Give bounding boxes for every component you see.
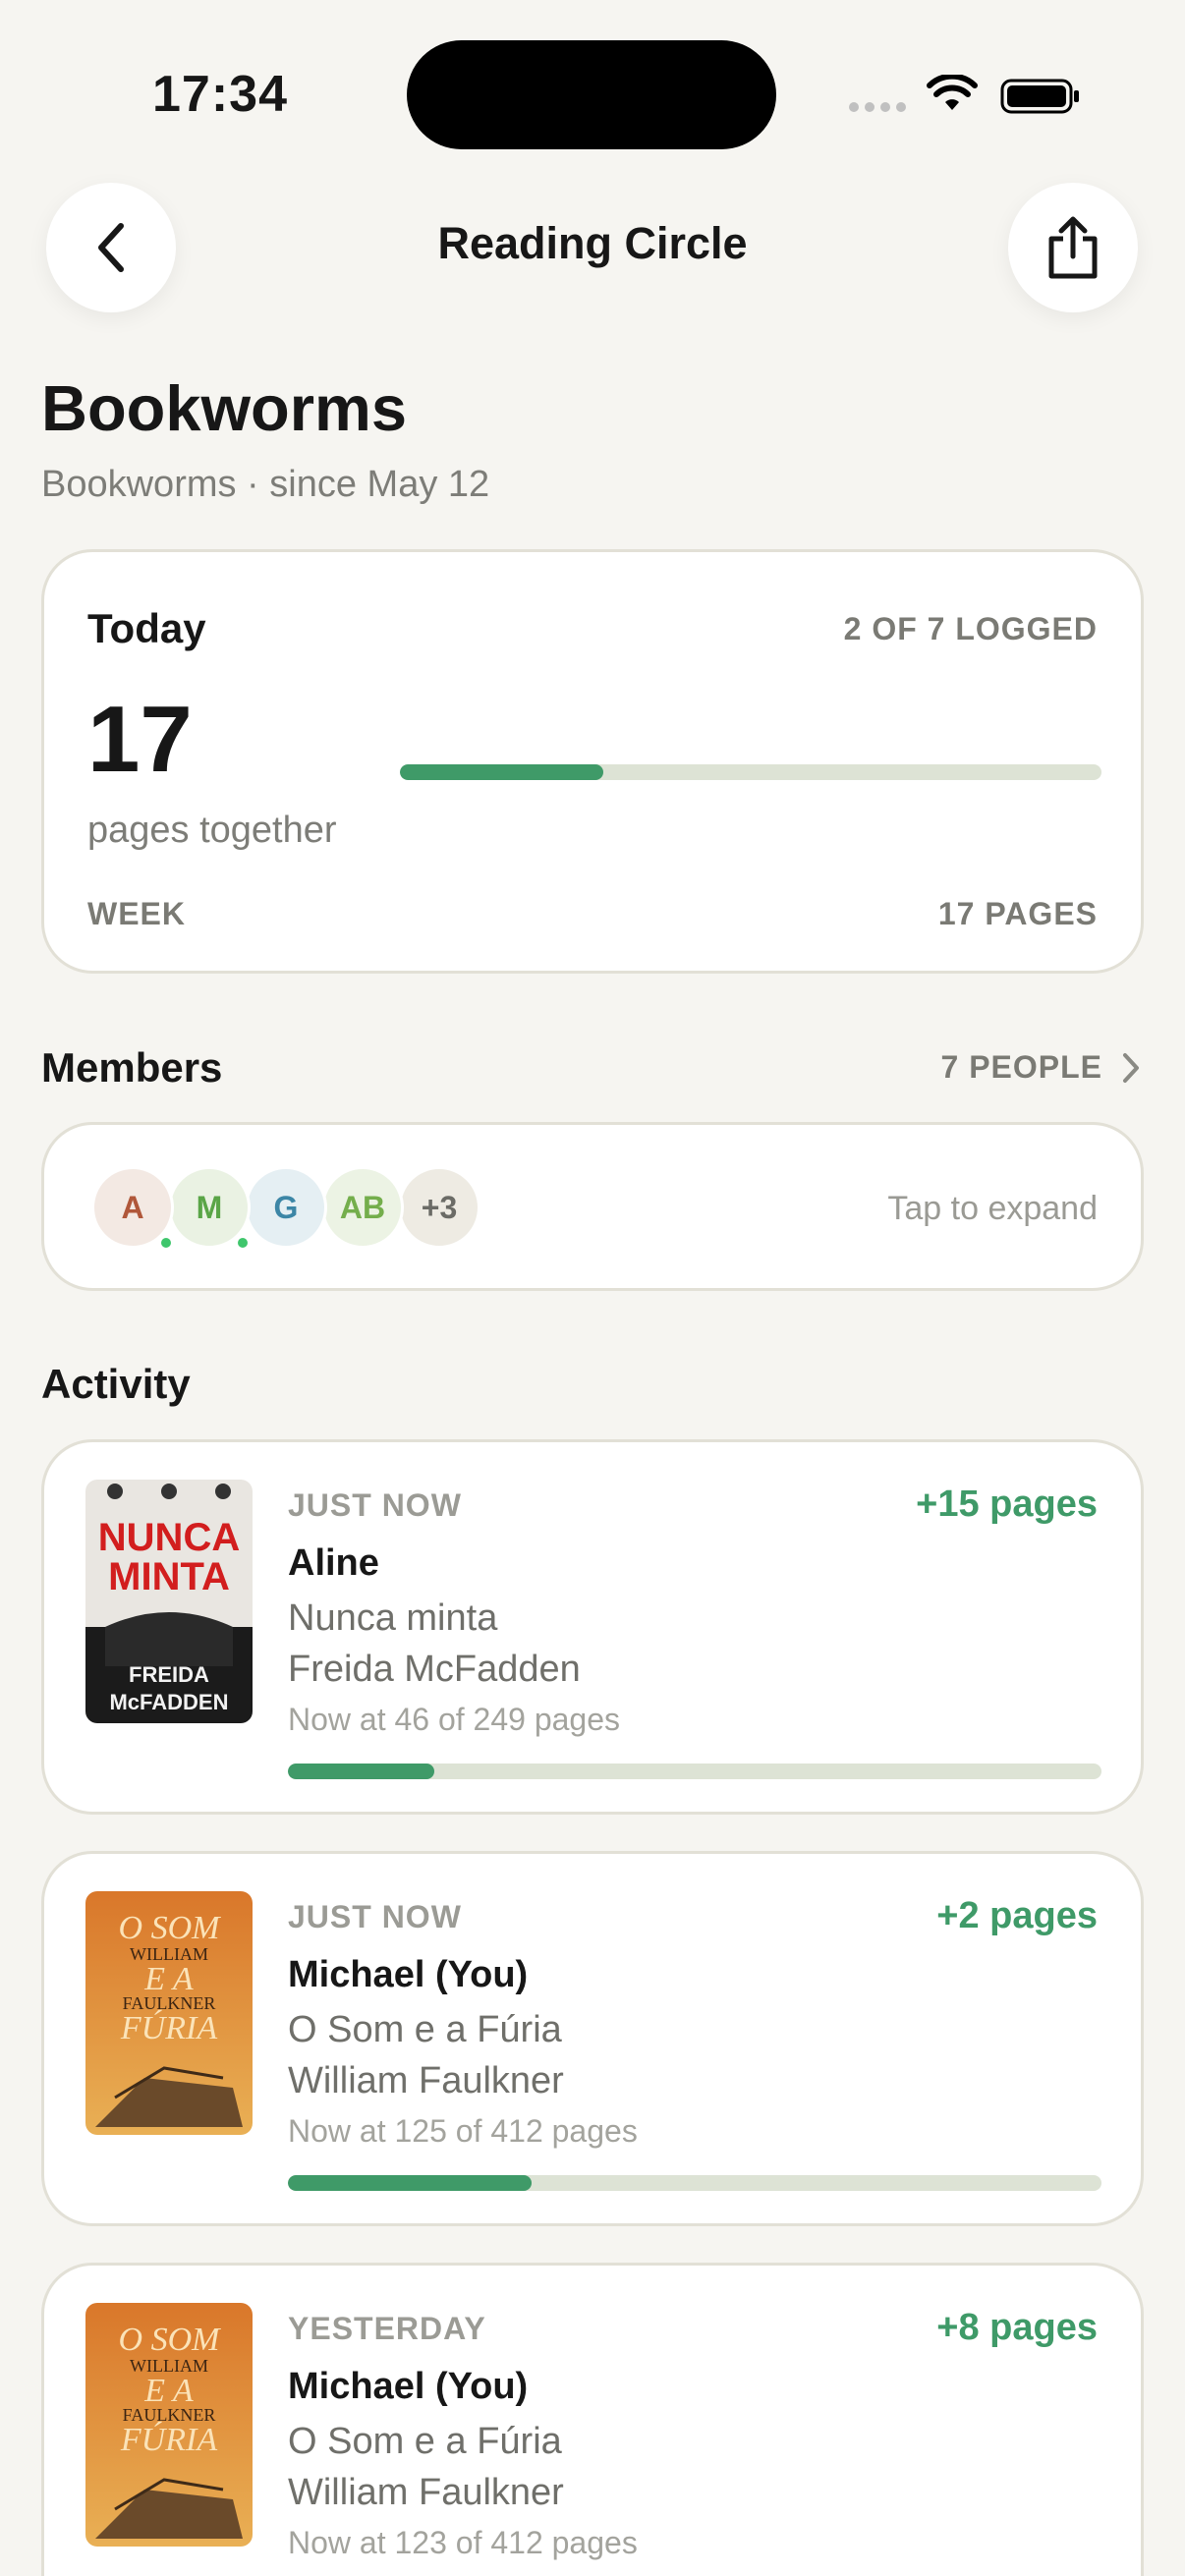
logged-count: 2 OF 7 LOGGED: [843, 611, 1098, 646]
avatar-stack: A M G AB +3: [91, 1166, 480, 1250]
avatar-initials: +3: [421, 1189, 458, 1225]
expand-hint: Tap to expand: [887, 1190, 1098, 1227]
battery-icon: [1000, 79, 1079, 114]
svg-text:E A: E A: [143, 1961, 194, 1997]
today-progress-bar: [400, 764, 1101, 780]
svg-text:E A: E A: [143, 2373, 194, 2409]
book-title: Nunca minta: [288, 1597, 498, 1639]
member-name: Michael (You): [288, 1954, 529, 1995]
book-cover[interactable]: NUNCA MINTA FREIDA McFADDEN: [85, 1480, 253, 1723]
progress-text: Now at 123 of 412 pages: [288, 2525, 638, 2560]
online-indicator: [236, 1236, 250, 1250]
week-label: WEEK: [87, 896, 186, 931]
status-time: 17:34: [152, 66, 288, 123]
activity-card[interactable]: O SOM WILLIAM E A FAULKNER FÚRIA JUST NO…: [41, 1851, 1144, 2226]
book-title: O Som e a Fúria: [288, 2009, 562, 2050]
progress-text: Now at 46 of 249 pages: [288, 1702, 621, 1737]
pages-delta: +15 pages: [916, 1484, 1098, 1525]
share-icon: [1048, 216, 1098, 279]
online-indicator: [159, 1236, 173, 1250]
pages-delta: +8 pages: [936, 2307, 1098, 2348]
activity-time: YESTERDAY: [288, 2311, 486, 2346]
today-progress-fill: [400, 764, 604, 780]
avatar-initials: A: [121, 1189, 144, 1225]
book-progress-fill: [288, 2175, 533, 2191]
avatar-initials: AB: [339, 1189, 386, 1225]
activity-card[interactable]: NUNCA MINTA FREIDA McFADDEN JUST NOW +15…: [41, 1439, 1144, 1815]
svg-text:MINTA: MINTA: [108, 1555, 230, 1598]
book-cover[interactable]: O SOM WILLIAM E A FAULKNER FÚRIA: [85, 1891, 253, 2135]
avatar[interactable]: G: [245, 1166, 327, 1249]
svg-text:FREIDA: FREIDA: [129, 1662, 209, 1687]
avatar[interactable]: M: [168, 1166, 251, 1250]
book-title: O Som e a Fúria: [288, 2421, 562, 2462]
svg-text:McFADDEN: McFADDEN: [109, 1690, 228, 1714]
activity-heading: Activity: [41, 1361, 191, 1407]
svg-text:O SOM: O SOM: [119, 1910, 222, 1946]
book-cover[interactable]: O SOM WILLIAM E A FAULKNER FÚRIA: [85, 2303, 253, 2547]
pages-count-label: pages together: [87, 810, 337, 851]
svg-text:NUNCA: NUNCA: [98, 1516, 240, 1559]
activity-card[interactable]: O SOM WILLIAM E A FAULKNER FÚRIA YESTERD…: [41, 2263, 1144, 2576]
avatar-initials: G: [273, 1189, 299, 1225]
week-pages: 17 PAGES: [937, 896, 1098, 931]
today-card: Today 2 OF 7 LOGGED 17 pages together WE…: [41, 549, 1144, 974]
book-author: William Faulkner: [288, 2060, 564, 2101]
svg-text:O SOM: O SOM: [119, 2322, 222, 2358]
avatar[interactable]: AB: [321, 1166, 404, 1249]
activity-time: JUST NOW: [288, 1487, 462, 1523]
chevron-right-icon: [1123, 1052, 1139, 1083]
book-progress-fill: [288, 1764, 435, 1779]
progress-text: Now at 125 of 412 pages: [288, 2113, 638, 2149]
members-card[interactable]: A M G AB +3 Tap to expand: [41, 1122, 1144, 1291]
members-heading: Members: [41, 1044, 223, 1091]
pages-count: 17: [87, 687, 193, 792]
book-author: Freida McFadden: [288, 1649, 581, 1690]
group-title: Bookworms: [41, 372, 408, 444]
today-label: Today: [87, 605, 206, 651]
share-button[interactable]: [1008, 183, 1138, 312]
member-name: Aline: [288, 1542, 379, 1584]
pages-delta: +2 pages: [936, 1895, 1098, 1936]
dynamic-island: [407, 40, 776, 149]
avatar[interactable]: +3: [398, 1166, 480, 1249]
book-author: William Faulkner: [288, 2472, 564, 2513]
book-progress-bar: [288, 1764, 1101, 1779]
group-subtitle: Bookworms · since May 12: [41, 464, 490, 505]
avatar[interactable]: A: [91, 1166, 174, 1250]
cellular-signal-icon: [849, 102, 906, 112]
activity-time: JUST NOW: [288, 1899, 462, 1934]
svg-text:FÚRIA: FÚRIA: [120, 2421, 217, 2458]
avatar-initials: M: [196, 1189, 223, 1225]
member-name: Michael (You): [288, 2366, 529, 2407]
svg-text:FÚRIA: FÚRIA: [120, 2009, 217, 2046]
book-progress-bar: [288, 2175, 1101, 2191]
wifi-icon: [927, 75, 978, 110]
members-count-link[interactable]: 7 PEOPLE: [941, 1049, 1143, 1086]
members-count: 7 PEOPLE: [940, 1049, 1102, 1085]
